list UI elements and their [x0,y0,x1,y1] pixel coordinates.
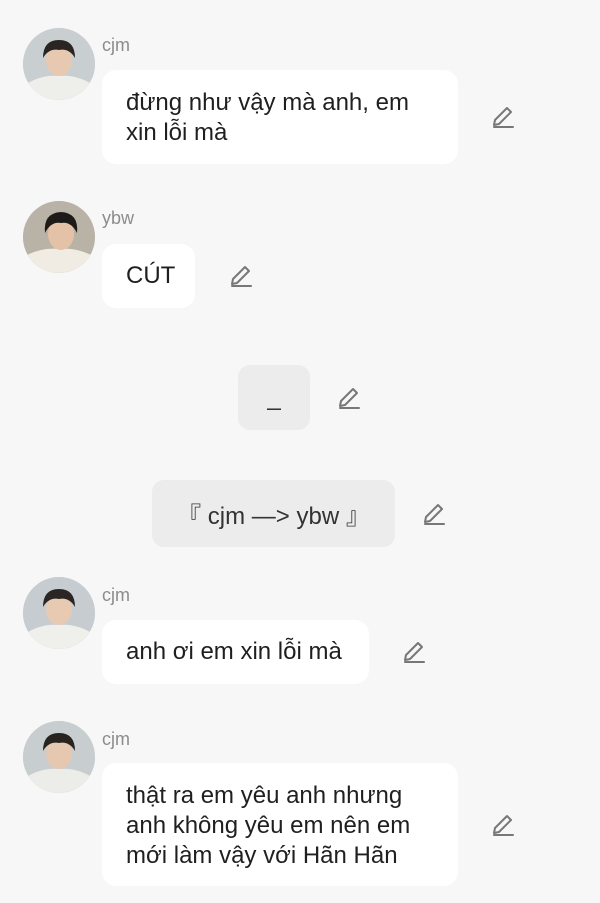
message-bubble: đừng như vậy mà anh, em xin lỗi mà [102,70,458,164]
pencil-edit-icon[interactable] [336,385,362,411]
pencil-edit-icon[interactable] [401,639,427,665]
avatar[interactable] [23,28,95,100]
message-bubble: CÚT [102,244,195,308]
sender-name: cjm [102,585,130,605]
system-message-text: _ [267,383,281,411]
pencil-edit-icon[interactable] [228,263,254,289]
pencil-edit-icon[interactable] [490,104,516,130]
pencil-edit-icon[interactable] [421,501,447,527]
avatar[interactable] [23,577,95,649]
message-bubble: anh ơi em xin lỗi mà [102,620,369,684]
avatar[interactable] [23,721,95,793]
system-message: 『 cjm —> ybw 』 [152,480,395,547]
system-message-text: 『 cjm —> ybw 』 [177,503,370,530]
avatar[interactable] [23,201,95,273]
sender-name: cjm [102,729,130,749]
sender-name: cjm [102,35,130,55]
sender-name: ybw [102,208,135,228]
system-message: _ [238,365,310,430]
message-bubble: thật ra em yêu anh nhưng anh không yêu e… [102,763,458,886]
pencil-edit-icon[interactable] [490,812,516,838]
